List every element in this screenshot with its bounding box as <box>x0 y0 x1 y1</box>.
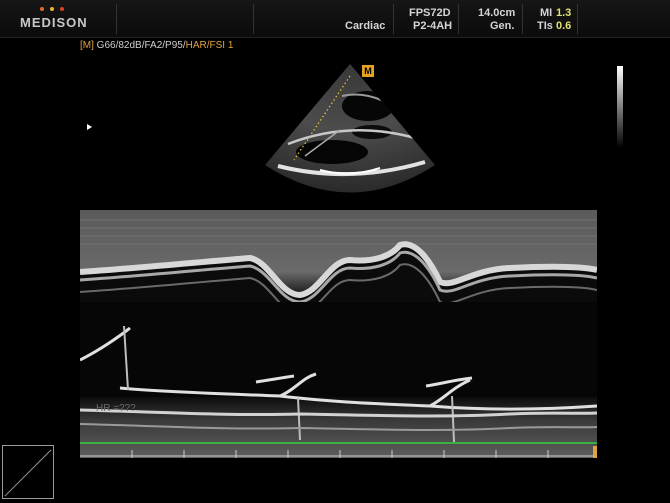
thumbnail-slot[interactable] <box>2 445 54 499</box>
tis-label: TIs <box>537 20 553 32</box>
application-label: Cardiac <box>345 20 386 32</box>
medison-logo: MEDISON <box>10 7 100 33</box>
logo-dot <box>40 7 44 11</box>
grayscale-bar <box>617 66 623 148</box>
probe-label: P2-4AH <box>413 20 453 32</box>
m-mode-badge: M <box>362 65 374 77</box>
imaging-parameters: [M] G66/82dB/FA2/P95/HAR/FSI 1 <box>80 40 233 51</box>
header-divider <box>577 4 578 34</box>
sweep-marker <box>593 446 597 458</box>
header-divider <box>253 4 254 34</box>
header-divider <box>458 4 459 34</box>
mi-label: MI <box>540 7 553 19</box>
mode-label: Gen. <box>490 20 515 32</box>
logo-dot <box>60 7 64 11</box>
header-divider <box>393 4 394 34</box>
2d-sector-image <box>265 64 435 193</box>
ultrasound-screen: MEDISON Cardiac FPS72D P2-4AH 14.0cm Gen… <box>0 0 670 503</box>
header-divider <box>522 4 523 34</box>
mode-tag: [M] <box>80 40 94 51</box>
tis-value: 0.6 <box>556 20 572 32</box>
header-divider <box>116 4 117 34</box>
logo-dot <box>50 7 54 11</box>
m-mode-trace <box>80 210 597 458</box>
parameter-values: G66/82dB/FA2/P95/ <box>96 40 186 51</box>
depth-label: 14.0cm <box>478 7 516 19</box>
preset-label: FPS72D <box>409 7 451 19</box>
header-bar: MEDISON Cardiac FPS72D P2-4AH 14.0cm Gen… <box>0 0 670 38</box>
logo-text: MEDISON <box>20 15 88 30</box>
harmonic-label: HAR/FSI 1 <box>185 40 234 51</box>
focal-zone-marker <box>87 124 92 130</box>
mi-value: 1.3 <box>556 7 572 19</box>
heart-rate-label: HR =??? <box>96 403 136 414</box>
